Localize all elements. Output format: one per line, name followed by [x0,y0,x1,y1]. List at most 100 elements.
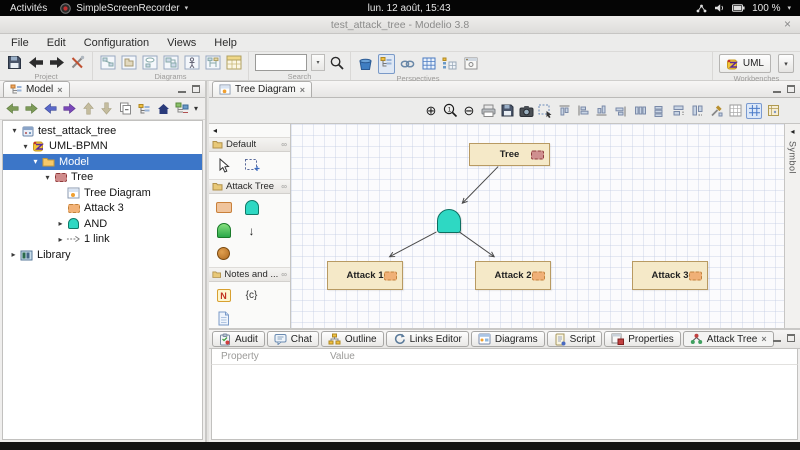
workbench-selector[interactable]: UML [719,54,771,73]
matrix-diagram-button[interactable] [225,54,242,71]
property-table-body[interactable] [211,365,798,440]
same-height-button[interactable] [689,103,705,119]
palette-collapse-button[interactable]: ◂ [209,124,290,137]
composite-diagram-button[interactable] [162,54,179,71]
tab-symbol[interactable]: Symbol [788,141,798,174]
align-top-button[interactable] [556,103,572,119]
tab-script[interactable]: Script [547,331,603,347]
palette-section-attack-tree[interactable]: Attack Tree ∞ [209,179,290,194]
pin-icon[interactable]: ∞ [281,140,287,149]
column-value[interactable]: Value [330,351,355,362]
align-right-button[interactable] [613,103,629,119]
tree-table-perspective-button[interactable] [441,55,458,72]
tree-item-tree[interactable]: ▾ Tree [3,170,202,186]
or-node-tool[interactable] [215,245,232,262]
expander-closed-icon[interactable]: ▸ [55,235,66,244]
workbench-dropdown-button[interactable]: ▾ [778,54,794,73]
distribute-horizontal-button[interactable] [632,103,648,119]
model-explorer-perspective-button[interactable] [378,54,395,74]
node-attack-1[interactable]: Attack 1 [327,261,403,290]
node-and-gate[interactable] [437,209,461,233]
tab-model[interactable]: Model × [3,81,70,97]
format-paint-button[interactable] [708,103,724,119]
tree-item-project[interactable]: ▾ test_attack_tree [3,123,202,139]
node-tree[interactable]: Tree [469,143,550,166]
attack-node-tool[interactable] [215,199,232,216]
constraint-tool[interactable]: {c} [243,287,260,304]
grid-perspective-button[interactable] [420,55,437,72]
window-settings-button[interactable] [462,55,479,72]
sequence-diagram-button[interactable] [204,54,221,71]
tab-links-editor[interactable]: Links Editor [386,331,469,347]
tools-icon[interactable] [69,54,86,71]
home-button[interactable] [156,100,171,117]
align-bottom-button[interactable] [594,103,610,119]
tree-item-tree-diagram[interactable]: Tree Diagram [3,185,202,201]
activities-button[interactable]: Activités [10,3,47,14]
expander-closed-icon[interactable]: ▸ [8,250,19,259]
class-diagram-button[interactable] [99,54,116,71]
history-forward-button[interactable] [62,100,77,117]
search-input[interactable] [255,54,307,71]
tree-item-attack-3[interactable]: Attack 3 [3,201,202,217]
expander-open-icon[interactable]: ▾ [20,142,31,151]
select-zone-button[interactable] [537,103,553,119]
marquee-tool[interactable] [243,157,260,174]
tab-attack-tree[interactable]: Attack Tree × [683,331,774,347]
save-button[interactable] [6,54,23,71]
minimize-panel-button[interactable] [178,86,186,93]
package-diagram-button[interactable] [120,54,137,71]
page-mode-button[interactable] [765,103,781,119]
snap-to-grid-button[interactable] [746,103,762,119]
tab-tree-diagram[interactable]: Tree Diagram × [212,81,312,97]
window-close-button[interactable]: × [784,17,791,31]
expander-open-icon[interactable]: ▾ [42,173,53,182]
menu-edit[interactable]: Edit [38,36,75,50]
tab-chat[interactable]: Chat [267,331,319,347]
redo-button[interactable] [48,54,65,71]
menu-views[interactable]: Views [158,36,205,50]
undo-button[interactable] [27,54,44,71]
clock[interactable]: lun. 12 août, 15:43 [368,3,451,14]
move-up-button[interactable] [81,100,96,117]
expander-closed-icon[interactable]: ▸ [55,219,66,228]
tab-properties[interactable]: Properties [604,331,681,347]
tab-audit[interactable]: Audit [212,331,265,347]
edge-tree-to-and[interactable] [462,167,498,204]
diagram-canvas[interactable]: Tree Attack 1 Attack 2 Attack 3 [291,124,784,328]
app-indicator[interactable]: SimpleScreenRecorder ▾ [60,3,188,14]
edge-and-to-attack2[interactable] [459,232,494,257]
and-gate-tool[interactable] [243,199,260,216]
show-grid-button[interactable] [727,103,743,119]
expander-open-icon[interactable]: ▾ [30,157,41,166]
distribute-vertical-button[interactable] [651,103,667,119]
edge-and-to-attack1[interactable] [390,232,437,257]
pin-icon[interactable]: ∞ [281,270,287,279]
move-down-button[interactable] [99,100,114,117]
tab-diagrams[interactable]: Diagrams [471,331,545,347]
note-tool[interactable]: N [215,287,232,304]
system-tray[interactable]: 100 % ▾ [696,3,800,14]
zoom-original-button[interactable]: 1 [442,103,458,119]
align-left-button[interactable] [575,103,591,119]
close-icon[interactable]: × [57,85,62,95]
palette-section-default[interactable]: Default ∞ [209,137,290,152]
model-bucket-icon[interactable] [357,55,374,72]
save-image-button[interactable] [499,103,515,119]
document-tool[interactable] [215,310,232,327]
cursor-tool[interactable] [215,157,232,174]
tree-item-and[interactable]: ▸ AND [3,216,202,232]
close-icon[interactable]: × [761,334,766,344]
expander-open-icon[interactable]: ▾ [9,126,20,135]
menu-file[interactable]: File [2,36,38,50]
minimize-panel-button[interactable] [773,335,781,342]
maximize-panel-button[interactable] [787,334,795,342]
tree-item-uml-bpmn[interactable]: ▾ UML-BPMN [3,139,202,155]
maximize-panel-button[interactable] [192,85,200,93]
column-property[interactable]: Property [212,351,330,362]
minimize-panel-button[interactable] [773,86,781,93]
history-back-button[interactable] [43,100,58,117]
palette-section-notes[interactable]: Notes and ... ∞ [209,267,290,282]
zoom-in-button[interactable]: ⊕ [423,103,439,119]
search-icon[interactable] [329,54,344,71]
